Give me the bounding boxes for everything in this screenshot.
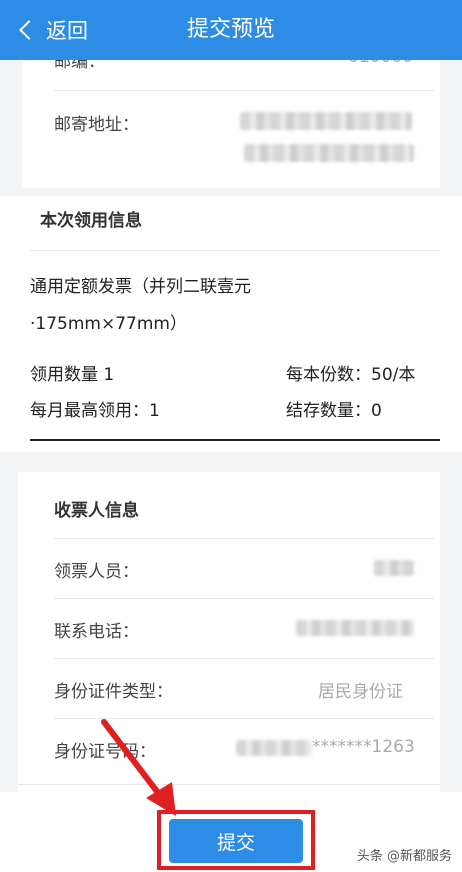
person-label: 领票人员： [54,562,139,582]
header-bar: 返回 提交预览 [0,0,462,60]
phone-label: 联系电话： [54,622,139,642]
mail-address-value-line1 [240,112,412,130]
divider [18,784,440,785]
page-title: 提交预览 [186,17,275,42]
red-arrow-annotation [101,719,176,816]
item-name-line1: 通用定额发票（并列二联壹元 [30,277,251,297]
stock-quantity: 结存数量：0 [286,401,382,421]
postcode-label: 邮编： [54,60,105,72]
person-value [374,560,414,576]
postcode-value: 010000 [348,60,413,67]
claim-bottom-line [30,439,440,441]
divider [30,250,440,251]
right-gutter [440,60,462,196]
id-type-label: 身份证件类型： [54,682,173,702]
content-area[interactable]: 邮编： 010000 邮寄地址： 本次领用信息 通用定额发票（并列二联壹元 ·1… [0,60,462,872]
monthly-max: 每月最高领用：1 [30,401,160,421]
gap [0,452,462,472]
divider [54,598,434,599]
mail-address-label: 邮寄地址： [54,115,139,135]
submit-button[interactable]: 提交 [169,819,303,863]
left-gutter [0,452,18,792]
id-type-value: 居民身份证 [318,682,403,702]
left-gutter [0,60,22,196]
item-name-line2: ·175mm×77mm） [30,314,187,334]
id-number-masked-prefix [236,740,312,756]
divider [54,90,434,91]
claim-quantity: 领用数量 1 [30,365,115,385]
phone-value [296,620,414,636]
claim-section-title: 本次领用信息 [40,211,142,231]
copies-per-book: 每本份数：50/本 [286,365,416,385]
divider [54,538,434,539]
mail-address-value-line2 [244,144,414,162]
id-number-suffix: *******1263 [312,737,415,757]
recipient-section-title: 收票人信息 [54,501,139,521]
right-gutter [440,452,462,792]
divider [54,658,434,659]
gap [0,188,462,196]
watermark: 头条 @新都服务 [356,849,452,864]
submit-highlight-box: 提交 [157,810,315,870]
